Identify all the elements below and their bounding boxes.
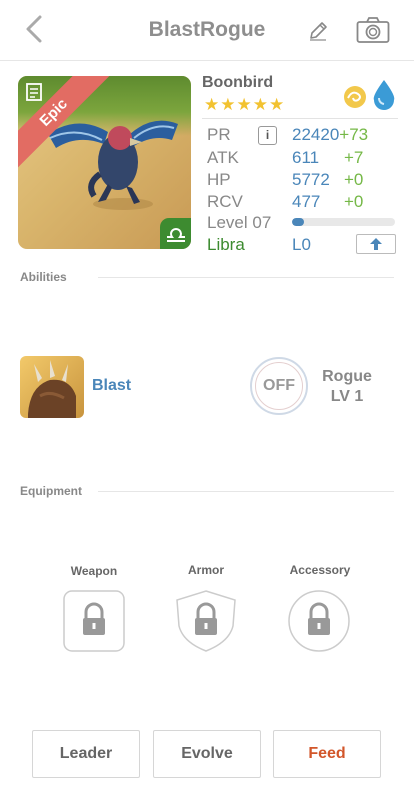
wind-element-icon [344, 86, 366, 108]
equipment-divider [98, 491, 394, 492]
stats-divider [202, 118, 398, 119]
stat-label-rcv: RCV [207, 192, 243, 211]
lock-icon [83, 602, 105, 635]
info-icon[interactable]: i [258, 126, 277, 145]
stat-bonus-hp: +0 [344, 170, 364, 189]
weapon-slot[interactable] [63, 590, 125, 652]
evolve-button[interactable]: Evolve [153, 730, 261, 778]
stat-value-rcv: 477 [292, 192, 321, 211]
upgrade-button[interactable] [356, 234, 396, 254]
level-label: Level 07 [207, 213, 272, 232]
class-name: Rogue [322, 368, 372, 385]
abilities-divider [98, 277, 394, 278]
stat-bonus-atk: +7 [344, 148, 364, 167]
ability-icon[interactable] [20, 356, 84, 418]
level-progress-bar [292, 218, 395, 226]
stat-row-pr: 22420+73 [292, 125, 368, 145]
class-info: Rogue LV 1 [312, 367, 382, 407]
accessory-label: Accessory [289, 563, 351, 577]
lock-icon [195, 602, 217, 635]
stat-label-pr: PR [207, 125, 231, 144]
page-title: BlastRogue [148, 18, 266, 41]
water-element-icon [373, 80, 395, 110]
ability-toggle-label[interactable]: OFF [255, 362, 303, 410]
weapon-label: Weapon [70, 564, 118, 578]
camera-icon[interactable] [356, 16, 390, 44]
armor-slot[interactable] [175, 590, 237, 652]
monster-portrait[interactable]: Epic [18, 76, 191, 249]
libra-icon [167, 228, 185, 242]
zodiac-sign: Libra [207, 235, 245, 254]
leader-button[interactable]: Leader [32, 730, 140, 778]
stat-bonus-pr: +73 [339, 125, 369, 144]
feed-button[interactable]: Feed [273, 730, 381, 778]
stat-label-atk: ATK [207, 148, 239, 167]
abilities-heading: Abilities [20, 270, 67, 284]
accessory-slot[interactable] [288, 590, 350, 652]
stat-value-pr: 22420 [292, 125, 340, 144]
star-rating: ★★★★★ [204, 95, 286, 114]
arrow-up-icon [370, 238, 382, 250]
scroll-icon [26, 83, 42, 101]
stat-label-hp: HP [207, 170, 231, 189]
monster-name: Boonbird [202, 74, 274, 91]
stat-bonus-rcv: +0 [344, 192, 364, 211]
zodiac-level: L0 [292, 235, 311, 254]
claw-icon [28, 360, 76, 418]
armor-label: Armor [187, 563, 224, 577]
stat-value-hp: 5772 [292, 170, 330, 189]
pencil-icon[interactable] [307, 20, 329, 42]
level-progress-fill [292, 218, 305, 226]
zodiac-badge [160, 218, 191, 249]
class-level: LV 1 [330, 388, 364, 405]
stat-value-atk: 611 [292, 148, 320, 167]
ability-name[interactable]: Blast [92, 377, 131, 395]
equipment-heading: Equipment [20, 484, 82, 498]
lock-icon [308, 602, 330, 635]
